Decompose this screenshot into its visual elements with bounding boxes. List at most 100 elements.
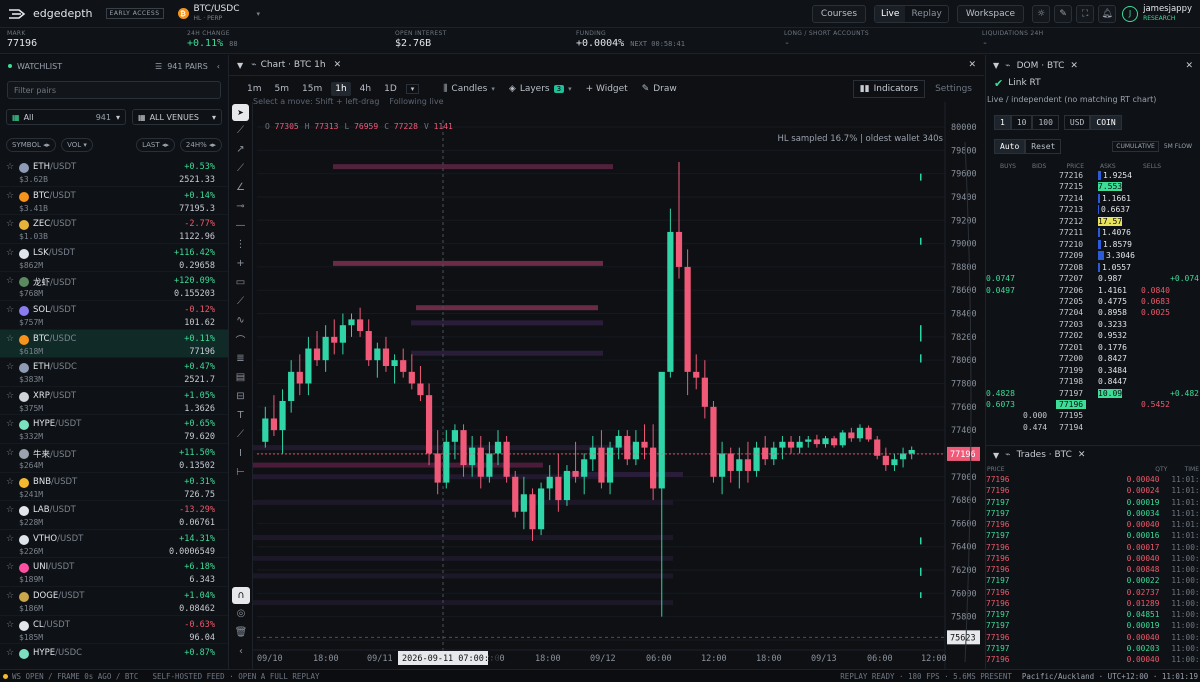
star-icon[interactable]: ☆ [6, 448, 14, 458]
dom-row[interactable]: 77203 0.3233 [986, 320, 1200, 331]
watchlist-row[interactable]: ☆ XRP/USDT $375M +1.05% 1.3626 [0, 387, 228, 416]
dom-row[interactable]: 77208 1.0557 [986, 262, 1200, 274]
price-chart[interactable]: 80000 79800 79600 79400 79200 79000 78800 78600… [253, 102, 984, 669]
indicators-button[interactable]: ▮▮ Indicators [852, 80, 926, 98]
filter-pairs-input[interactable]: Filter pairs [7, 81, 221, 99]
star-icon[interactable]: ☆ [6, 276, 14, 286]
star-icon[interactable]: ☆ [6, 419, 14, 429]
span-icon[interactable]: ⊢ [229, 463, 252, 482]
watchlist-row[interactable]: ☆ DOGE/USDT $186M +1.04% 0.08462 [0, 587, 228, 616]
courses-button[interactable]: Courses [811, 4, 867, 23]
watchlist-row[interactable]: ☆ HYPE/USDT $332M +0.65% 79.620 [0, 415, 228, 444]
sort-change[interactable]: 24H% ◂▸ [179, 138, 222, 152]
watchlist-row[interactable]: ☆ LAB/USDT $228M -13.29% 0.06761 [0, 501, 228, 530]
timeframe-1h[interactable]: 1h [331, 82, 351, 96]
collapse-icon[interactable]: ‹ [217, 62, 220, 71]
collapse-tools-icon[interactable]: ‹ [229, 642, 253, 661]
dom-row[interactable]: 0.474 77194 [986, 423, 1200, 433]
text-icon[interactable]: T [229, 406, 252, 425]
edit-button[interactable]: ✎ [1054, 4, 1073, 23]
pen-icon[interactable]: ⟋ [229, 292, 252, 311]
status-feed[interactable]: SELF-HOSTED FEED · OPEN A FULL REPLAY [152, 672, 319, 681]
reset-button[interactable]: Reset [1025, 139, 1062, 154]
magnet-icon[interactable]: ∩ [232, 587, 250, 604]
unit-usd-button[interactable]: USD [1063, 115, 1091, 130]
star-icon[interactable]: ☆ [6, 248, 14, 258]
live-button[interactable]: Live [875, 5, 906, 22]
replay-button[interactable]: Replay [905, 6, 947, 22]
timeframe-1D[interactable]: 1D [380, 82, 401, 96]
draw-button[interactable]: ✎ Draw [642, 84, 677, 94]
size-1-button[interactable]: 1 [994, 115, 1011, 130]
range-icon[interactable]: ⊟ [229, 387, 252, 406]
flow-toggle[interactable]: 5M FLOW [1164, 143, 1192, 150]
dom-row[interactable]: 77199 0.3484 [986, 366, 1200, 377]
line-icon[interactable]: ⟋ [229, 121, 252, 140]
star-icon[interactable]: ☆ [6, 305, 14, 315]
dom-row[interactable]: 77214 1.1661 [986, 193, 1200, 205]
sort-symbol[interactable]: SYMBOL ◂▸ [6, 138, 57, 152]
watchlist-row[interactable]: ☆ SOL/USDT $757M -0.12% 101.62 [0, 301, 228, 330]
brush-icon[interactable]: ⟋ [229, 425, 252, 444]
watchlist-row[interactable]: ☆ LSK/USDT $862M +116.42% 0.29658 [0, 244, 228, 273]
dom-row[interactable]: 0.0747 77207 0.987 +0.074 [986, 274, 1200, 285]
fullscreen-button[interactable]: ⛶ [1076, 4, 1095, 23]
curve-icon[interactable]: ⌒ [229, 330, 252, 349]
watchlist-row[interactable]: ☆ UNI/USDT $189M +6.18% 6.343 [0, 558, 228, 587]
horizontal-line-icon[interactable]: ⊸ [229, 197, 252, 216]
star-icon[interactable]: ☆ [6, 191, 14, 201]
path-icon[interactable]: ∿ [229, 311, 252, 330]
star-icon[interactable]: ☆ [6, 648, 14, 658]
crosshair-icon[interactable]: + [229, 254, 252, 273]
timeframe-4h[interactable]: 4h [356, 82, 375, 96]
eye-icon[interactable]: ◎ [229, 604, 253, 623]
position-icon[interactable]: ▤ [229, 368, 252, 387]
star-icon[interactable]: ☆ [6, 505, 14, 515]
dom-row[interactable]: 77204 0.8958 0.0025 [986, 308, 1200, 319]
dom-row[interactable]: 77205 0.4775 0.0683 [986, 297, 1200, 308]
timeframe-5m[interactable]: 5m [271, 82, 294, 96]
dom-row[interactable]: 77198 0.8447 [986, 377, 1200, 388]
timeframe-15m[interactable]: 15m [298, 82, 326, 96]
star-icon[interactable]: ☆ [6, 562, 14, 572]
vertical-line-icon[interactable]: ⋮ [229, 235, 252, 254]
dom-row[interactable]: 77213 0.6637 [986, 205, 1200, 216]
cumulative-toggle[interactable]: CUMULATIVE [1112, 141, 1159, 152]
watchlist-row[interactable]: ☆ CL/USDT $185M -0.63% 96.04 [0, 616, 228, 645]
close-icon[interactable]: ✕ [1078, 450, 1086, 460]
watchlist-row[interactable]: ☆ 龙虾/USDT $768M +120.09% 0.155203 [0, 272, 228, 301]
sort-last[interactable]: LAST ◂▸ [136, 138, 175, 152]
close-icon[interactable]: ✕ [1070, 61, 1078, 71]
user-menu[interactable]: J jamesjappy RESEARCH [1122, 4, 1192, 23]
star-icon[interactable]: ☆ [6, 620, 14, 630]
star-icon[interactable]: ☆ [6, 219, 14, 229]
more-timeframes-button[interactable]: ▾ [405, 84, 420, 94]
watchlist-row[interactable]: ☆ BTC/USDT $3.41B +0.14% 77195.3 [0, 187, 228, 216]
close-icon[interactable]: ✕ [334, 60, 342, 70]
star-icon[interactable]: ☆ [6, 362, 14, 372]
cursor-icon[interactable]: ➤ [232, 104, 249, 121]
extended-line-icon[interactable]: ⟋ [229, 159, 252, 178]
close-panel-icon[interactable]: ✕ [1185, 61, 1193, 71]
symbol-selector[interactable]: ₿ BTC/USDC HL · PERP ▾ [177, 4, 260, 23]
star-icon[interactable]: ☆ [6, 534, 14, 544]
watchlist-row[interactable]: ☆ ZEC/USDT $1.03B -2.77% 1122.96 [0, 215, 228, 244]
watchlist-row[interactable]: ☆ BNB/USDT $241M +0.31% 726.75 [0, 473, 228, 502]
layers-button[interactable]: ◈ Layers 3 ▾ [509, 84, 572, 94]
star-icon[interactable]: ☆ [6, 591, 14, 601]
star-icon[interactable]: ☆ [6, 477, 14, 487]
watchlist-row[interactable]: ☆ 牛来/USDT $264M +11.50% 0.13502 [0, 444, 228, 473]
logo[interactable]: edgedepth EARLY ACCESS [8, 7, 164, 20]
dom-row[interactable]: 77200 0.8427 [986, 354, 1200, 365]
unit-coin-button[interactable]: COIN [1090, 115, 1122, 130]
fib-icon[interactable]: ≣ [229, 349, 252, 368]
dom-row[interactable]: 0.0497 77206 1.4161 0.0840 [986, 286, 1200, 297]
auto-button[interactable]: Auto [994, 139, 1026, 154]
dom-row[interactable]: 77215 7.553 [986, 182, 1200, 193]
panel-menu-icon[interactable]: ▼ [237, 61, 243, 70]
dom-row[interactable]: 77216 1.9254 [986, 171, 1200, 182]
venue-select[interactable]: ▦ ALL VENUES ▾ [132, 109, 222, 125]
dom-row[interactable]: 0.000 77195 [986, 411, 1200, 422]
dom-row[interactable]: 77211 1.4076 [986, 228, 1200, 239]
measure-icon[interactable]: I [229, 444, 252, 463]
